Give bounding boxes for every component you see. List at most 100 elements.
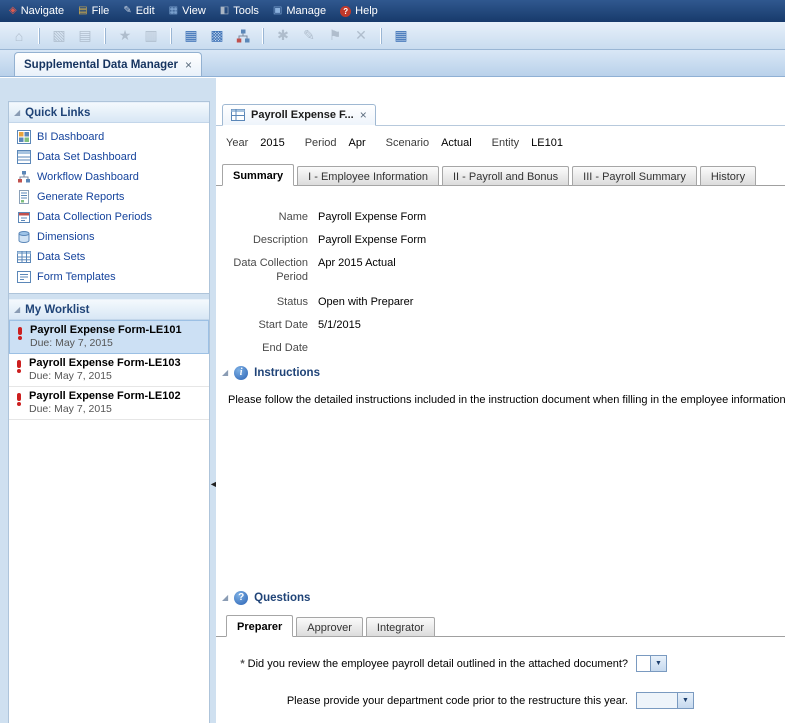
question-icon: ?	[234, 591, 249, 605]
questions-tabs: Preparer Approver Integrator	[216, 615, 785, 637]
tab-summary[interactable]: Summary	[222, 164, 295, 186]
toolbar: ⌂ ▧ ▤ ★ ▥ ▦ ▩ ✱ ✎ ⚑ ✕ ▦	[0, 22, 785, 50]
quick-link-generate-reports[interactable]: Generate Reports	[9, 187, 209, 207]
quick-link-workflow-dashboard[interactable]: Workflow Dashboard	[9, 167, 209, 187]
question-1-dropdown[interactable]: ▼	[636, 655, 667, 672]
field-value: Payroll Expense Form	[318, 234, 427, 246]
tab-employee-information[interactable]: I - Employee Information	[297, 166, 439, 186]
worklist-item-title: Payroll Expense Form-LE102	[29, 390, 181, 402]
edit-icon[interactable]: ✎	[298, 25, 320, 47]
menu-manage[interactable]: ▣ Manage	[268, 0, 335, 22]
close-icon[interactable]: ×	[360, 108, 367, 122]
field-label: Description	[252, 234, 308, 246]
worklist: Payroll Expense Form-LE101 Due: May 7, 2…	[9, 320, 209, 420]
quick-link-bi-dashboard[interactable]: BI Dashboard	[9, 127, 209, 147]
menu-label: File	[91, 5, 110, 17]
worklist-item-due: Due: May 7, 2015	[29, 403, 112, 415]
overdue-icon	[15, 360, 23, 376]
new-document-icon[interactable]: ✱	[272, 25, 294, 47]
menu-help[interactable]: ? Help	[335, 0, 387, 22]
dataset-dashboard-toolbar-icon[interactable]: ▩	[206, 25, 228, 47]
question-row: Please provide your department code prio…	[216, 692, 785, 709]
my-worklist-header[interactable]: ◢ My Worklist	[9, 299, 209, 320]
dropdown-arrow-icon[interactable]: ▼	[677, 693, 693, 708]
question-2-dropdown[interactable]: ▼	[636, 692, 694, 709]
worklist-item[interactable]: Payroll Expense Form-LE103 Due: May 7, 2…	[9, 354, 209, 387]
field-start-date: Start Date 5/1/2015	[216, 318, 785, 332]
tab-payroll-expense-form[interactable]: Payroll Expense F... ×	[222, 104, 376, 126]
data-collection-periods-icon	[18, 212, 30, 223]
pov-label: Period	[304, 137, 337, 149]
worklist-item-title: Payroll Expense Form-LE103	[29, 357, 181, 369]
close-icon[interactable]: ×	[185, 58, 192, 72]
home-icon[interactable]: ⌂	[8, 25, 30, 47]
quick-link-label: Dimensions	[37, 231, 95, 243]
dropdown-arrow-icon[interactable]: ▼	[650, 656, 666, 671]
quick-link-label: Data Set Dashboard	[37, 151, 137, 163]
dropdown-value	[637, 693, 677, 708]
quick-link-data-sets[interactable]: Data Sets	[9, 247, 209, 267]
workflow-toolbar-icon[interactable]	[232, 25, 254, 47]
documents-icon[interactable]: ▤	[74, 25, 96, 47]
pov-label: Scenario	[385, 137, 430, 149]
quick-link-label: BI Dashboard	[37, 131, 105, 143]
quick-link-data-set-dashboard[interactable]: Data Set Dashboard	[9, 147, 209, 167]
tab-preparer[interactable]: Preparer	[226, 615, 294, 637]
form-tabs: Summary I - Employee Information II - Pa…	[216, 164, 785, 186]
flag-icon[interactable]: ⚑	[324, 25, 346, 47]
worklist-item[interactable]: Payroll Expense Form-LE102 Due: May 7, 2…	[9, 387, 209, 420]
worklist-item[interactable]: Payroll Expense Form-LE101 Due: May 7, 2…	[9, 320, 209, 354]
field-end-date: End Date	[216, 341, 785, 355]
tab-approver[interactable]: Approver	[296, 617, 363, 637]
toolbar-separator	[104, 27, 106, 44]
disclosure-icon: ◢	[222, 368, 229, 377]
overdue-icon	[16, 327, 24, 343]
question-row: * Did you review the employee payroll det…	[216, 655, 785, 672]
menu-edit[interactable]: ✎ Edit	[118, 0, 163, 22]
menu-label: Help	[355, 5, 378, 17]
bi-dashboard-toolbar-icon[interactable]: ▦	[180, 25, 202, 47]
quick-links-header[interactable]: ◢ Quick Links	[9, 102, 209, 123]
questions-section: ◢ ? Questions Preparer Approver Integrat…	[216, 583, 785, 709]
dropdown-value	[637, 656, 650, 671]
menu-file[interactable]: ▤ File	[73, 0, 118, 22]
tab-supplemental-data-manager[interactable]: Supplemental Data Manager ×	[14, 52, 203, 76]
tab-payroll-summary[interactable]: III - Payroll Summary	[572, 166, 697, 186]
workspace-tabstrip: Supplemental Data Manager ×	[0, 50, 785, 77]
quick-link-label: Form Templates	[37, 271, 116, 283]
quick-link-label: Data Collection Periods	[37, 211, 152, 223]
quick-link-label: Generate Reports	[37, 191, 125, 203]
quick-link-form-templates[interactable]: Form Templates	[9, 267, 209, 287]
explore-icon[interactable]: ▧	[48, 25, 70, 47]
favorites-icon[interactable]: ★	[114, 25, 136, 47]
question-label: Please provide your department code prio…	[286, 694, 628, 707]
field-status: Status Open with Preparer	[216, 295, 785, 309]
file-menu-icon: ▤	[78, 5, 88, 16]
toolbar-separator	[170, 27, 172, 44]
instructions-header[interactable]: ◢ i Instructions	[216, 364, 785, 382]
left-panel: ◢ Quick Links BI Dashboard Data Set Dash…	[8, 101, 210, 723]
quick-link-data-collection-periods[interactable]: Data Collection Periods	[9, 207, 209, 227]
tab-payroll-and-bonus[interactable]: II - Payroll and Bonus	[441, 166, 570, 186]
data-table-icon[interactable]: ▦	[390, 25, 412, 47]
menu-tools[interactable]: ◧ Tools	[215, 0, 268, 22]
tab-integrator[interactable]: Integrator	[365, 617, 435, 637]
view-menu-icon: ▦	[168, 5, 179, 16]
delete-icon[interactable]: ✕	[350, 25, 372, 47]
tab-history[interactable]: History	[699, 166, 757, 186]
generate-reports-icon	[19, 190, 29, 204]
disclosure-icon: ◢	[14, 107, 21, 117]
tools-menu-icon: ◧	[219, 5, 230, 16]
quick-link-label: Workflow Dashboard	[37, 171, 139, 183]
field-label: Data Collection Period	[233, 257, 308, 283]
overdue-icon	[15, 393, 23, 409]
questions-header[interactable]: ◢ ? Questions	[216, 589, 785, 607]
menu-view[interactable]: ▦ View	[164, 0, 215, 22]
field-label: Status	[276, 296, 308, 308]
menu-navigate[interactable]: ◈ Navigate	[4, 0, 73, 22]
print-icon[interactable]: ▥	[140, 25, 162, 47]
question-label: Did you review the employee payroll deta…	[247, 657, 628, 670]
pov-value: Actual	[441, 137, 472, 149]
quick-link-dimensions[interactable]: Dimensions	[9, 227, 209, 247]
toolbar-separator	[38, 27, 40, 44]
